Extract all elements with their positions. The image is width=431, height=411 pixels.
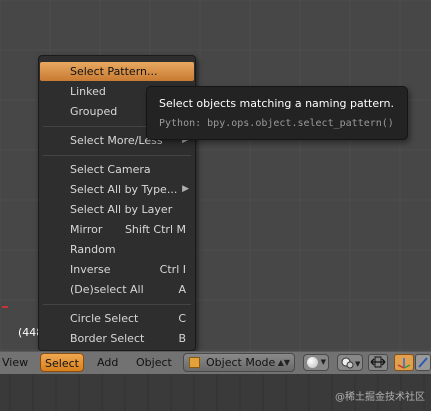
arrows-icon (370, 356, 386, 368)
shading-sphere-icon (307, 357, 318, 368)
menu-item-label: Inverse (70, 263, 111, 276)
pivot-point-button[interactable]: ▼ (337, 354, 363, 371)
menu-item-select-pattern[interactable]: Select Pattern... (40, 62, 194, 81)
menu-item-select-camera[interactable]: Select Camera (40, 160, 194, 179)
menu-item-shortcut: Shift Ctrl M (124, 223, 186, 236)
menu-item-label: Grouped (70, 105, 118, 118)
axis-icon (397, 358, 411, 369)
menu-item-label: Select Pattern... (70, 65, 158, 78)
tooltip: Select objects matching a naming pattern… (146, 86, 408, 140)
menu-item-label: Circle Select (70, 312, 139, 325)
menu-item-shortcut: Ctrl I (159, 263, 186, 276)
menu-item-label: Select All by Type... (70, 183, 178, 196)
add-menu[interactable]: Add (97, 354, 118, 372)
tooltip-title: Select objects matching a naming pattern… (159, 97, 394, 110)
chevron-down-icon: ▲▼ (277, 358, 290, 367)
watermark: @稀土掘金技术社区 (335, 392, 425, 403)
menu-item-border-select[interactable]: Border Select B (40, 329, 194, 348)
menu-item-select-all-by-type[interactable]: Select All by Type... ▶ (40, 180, 194, 199)
axis-marker (2, 306, 8, 308)
menu-item-label: Mirror (70, 223, 103, 236)
menu-item-select-all-by-layer[interactable]: Select All by Layer (40, 200, 194, 219)
menu-item-mirror[interactable]: Mirror Shift Ctrl M (40, 220, 194, 239)
pencil-icon (418, 357, 428, 368)
transform-icon-button[interactable] (415, 354, 431, 371)
cube-icon (189, 357, 200, 368)
mode-label: Object Mode (206, 356, 276, 369)
menu-item-inverse[interactable]: Inverse Ctrl I (40, 260, 194, 279)
menu-item-label: Linked (70, 85, 106, 98)
menu-item-circle-select[interactable]: Circle Select C (40, 309, 194, 328)
menu-item-random[interactable]: Random (40, 240, 194, 259)
object-menu[interactable]: Object (136, 354, 172, 372)
submenu-arrow-icon: ▶ (182, 184, 189, 194)
pivot-icon: ▼ (341, 357, 361, 369)
menu-item-label: Border Select (70, 332, 145, 345)
tooltip-python: Python: bpy.ops.object.select_pattern() (159, 118, 394, 129)
svg-text:▼: ▼ (355, 360, 361, 368)
menu-item-shortcut: A (178, 283, 186, 296)
select-menu-button[interactable]: Select (40, 353, 84, 372)
viewport-shading-button[interactable]: ▼ (303, 354, 329, 371)
mode-selector[interactable]: Object Mode ▲▼ (183, 353, 295, 372)
view-menu[interactable]: View (2, 354, 28, 372)
menu-item-deselect-all[interactable]: (De)select All A (40, 280, 194, 299)
menu-separator (43, 155, 191, 156)
menu-item-label: (De)select All (70, 283, 144, 296)
menu-item-label: Random (70, 243, 116, 256)
menu-item-label: Select All by Layer (70, 203, 173, 216)
timeline-area[interactable]: @稀土掘金技术社区 (0, 374, 431, 411)
menu-item-shortcut: C (178, 312, 186, 325)
manipulator-toggle[interactable] (368, 354, 388, 371)
menu-item-shortcut: B (178, 332, 186, 345)
menu-separator (43, 304, 191, 305)
translate-manipulator-button[interactable] (394, 354, 414, 371)
chevron-down-icon: ▼ (320, 358, 326, 366)
menu-item-label: Select Camera (70, 163, 151, 176)
viewport-header: View Select Add Object Object Mode ▲▼ ▼ … (0, 351, 431, 374)
